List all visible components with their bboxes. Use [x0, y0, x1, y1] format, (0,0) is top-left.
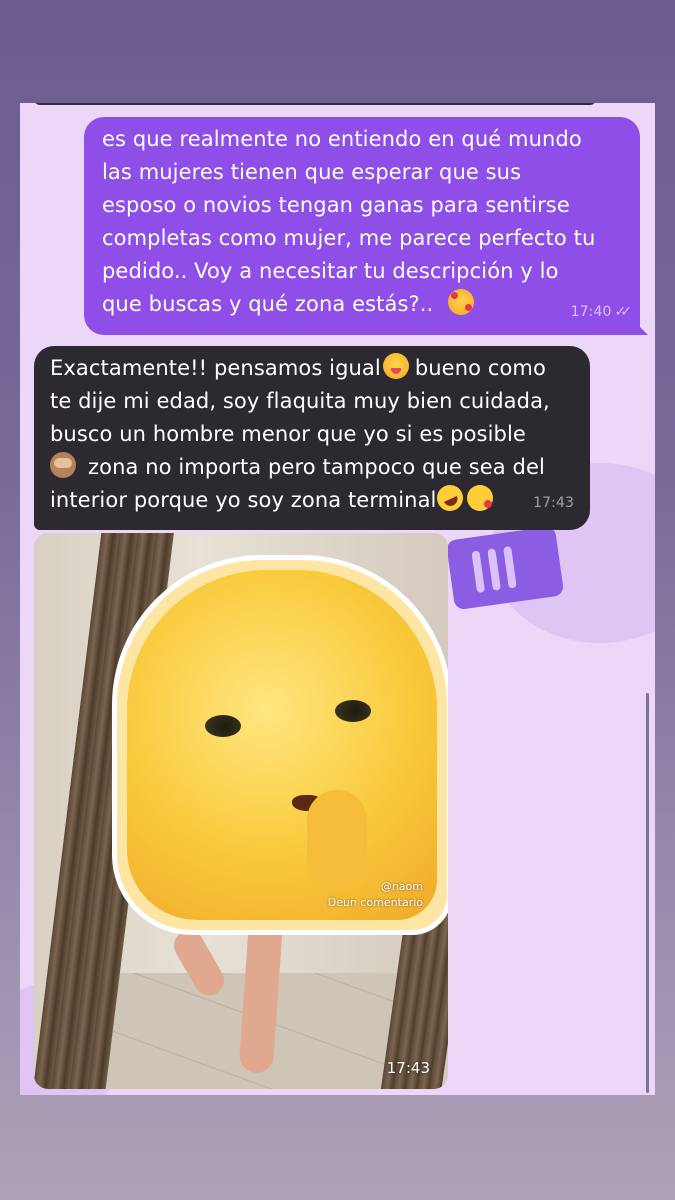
smiling-face-with-hearts-icon: [448, 289, 475, 315]
double-check-icon: ✓✓: [614, 304, 633, 320]
sticker-eye: [205, 715, 241, 737]
message-line: las mujeres tienen que esperar que sus: [102, 160, 522, 184]
sticker-credit: @naom: [380, 880, 423, 893]
outgoing-message-bubble[interactable]: es que realmente no entiendo en qué mund…: [84, 117, 648, 335]
message-line: completas como mujer, me parece perfecto…: [102, 226, 596, 250]
sticker-eye: [335, 700, 371, 722]
message-timestamp: 17:43: [533, 495, 574, 511]
message-line: es que realmente no entiendo en qué mund…: [102, 127, 582, 151]
yellow-character-sticker: @naom Deun comentario: [112, 555, 448, 935]
message-line: interior porque yo soy zona terminal: [50, 480, 574, 517]
see-no-evil-monkey-icon: [50, 452, 76, 478]
chat-screenshot: es que realmente no entiendo en qué mund…: [20, 103, 655, 1095]
sticker-hand: [307, 790, 367, 890]
face-blowing-kiss-icon: [466, 485, 493, 511]
incoming-message-bubble[interactable]: Exactamente!! pensamos igual bueno como t…: [34, 346, 590, 530]
sticker-face: @naom Deun comentario: [127, 570, 437, 920]
message-line: te dije mi edad, soy flaquita muy bien c…: [50, 389, 550, 413]
photo-message[interactable]: @naom Deun comentario 17:43: [34, 533, 448, 1089]
message-text: que buscas y qué zona estás?..: [102, 292, 434, 316]
previous-message-edge: [34, 103, 596, 105]
message-timestamp: 17:40 ✓✓: [570, 304, 633, 320]
message-line-last: que buscas y qué zona estás?..: [102, 288, 624, 321]
message-line: pedido.. Voy a necesitar tu descripción …: [102, 259, 559, 283]
message-line: esposo o novios tengan ganas para sentir…: [102, 193, 570, 217]
bubble-tail: [634, 321, 648, 335]
message-line: busco un hombre menor que yo si es posib…: [50, 422, 526, 446]
message-timestamp: 17:43: [386, 1059, 430, 1077]
sticker-credit: Deun comentario: [327, 896, 423, 909]
face-savoring-food-icon: [382, 353, 409, 379]
scrollbar[interactable]: [646, 693, 649, 1093]
rolling-on-floor-laughing-icon: [432, 480, 467, 516]
message-line: Exactamente!! pensamos igual bueno como: [50, 352, 574, 385]
message-line: zona no importa pero tampoco que sea del: [50, 451, 574, 484]
